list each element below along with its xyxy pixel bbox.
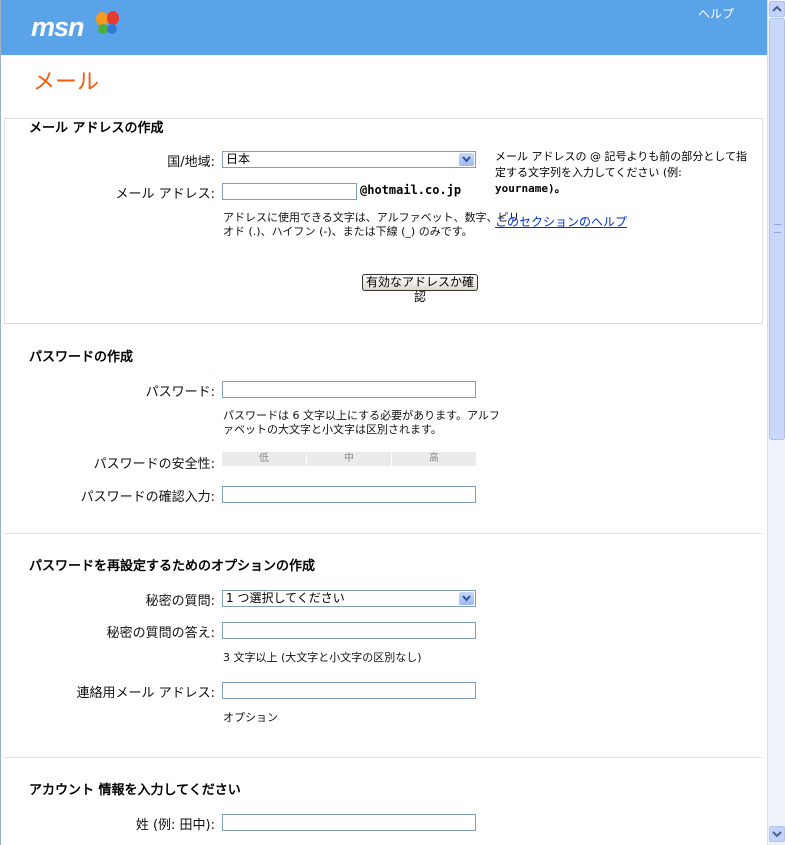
password-strength-meter: 低 中 高 xyxy=(222,452,476,466)
side-help-line1: メール アドレスの @ 記号よりも前の部分として指 xyxy=(495,150,747,163)
country-select-value: 日本 xyxy=(226,152,251,166)
section-divider xyxy=(4,757,763,758)
check-address-button[interactable]: 有効なアドレスか確認 xyxy=(362,274,478,304)
section-help-link[interactable]: このセクションのヘルプ xyxy=(495,213,627,230)
secret-question-select[interactable]: 1 つ選択してください xyxy=(222,590,476,607)
email-side-help: メール アドレスの @ 記号よりも前の部分として指 定する文字列を入力してくださ… xyxy=(495,149,750,197)
email-domain: @hotmail.co.jp xyxy=(360,183,462,197)
password-hint-line2: ァベットの大文字と小文字は区別されます。 xyxy=(223,423,442,436)
secret-question-value: 1 つ選択してください xyxy=(226,591,345,605)
password-section-title: パスワードの作成 xyxy=(29,350,134,365)
lastname-label: 姓 (例: 田中): xyxy=(135,818,215,833)
email-hint-line2: オド (.)、ハイフン (-)、または下線 (_) のみです。 xyxy=(223,225,473,238)
side-help-line3: yourname)。 xyxy=(495,182,566,195)
msn-butterfly-icon xyxy=(96,11,119,34)
scroll-up-button[interactable] xyxy=(769,1,785,17)
password-hint: パスワードは 6 文字以上にする必要があります。アルフ ァベットの大文字と小文字… xyxy=(223,409,500,437)
msn-logo-text: msn xyxy=(31,12,85,42)
strength-low: 低 xyxy=(222,452,307,466)
email-hint: アドレスに使用できる文字は、アルファベット、数字、ピリ オド (.)、ハイフン … xyxy=(223,211,519,239)
reset-section-title: パスワードを再設定するためのオプションの作成 xyxy=(29,559,316,574)
strength-high: 高 xyxy=(429,453,439,464)
browser-page: msn ヘルプ メール メール アドレスの作成 国/地域: 日本 メール アドレ… xyxy=(0,0,767,845)
email-hint-line1: アドレスに使用できる文字は、アルファベット、数字、ピリ xyxy=(223,211,520,224)
password-confirm-label: パスワードの確認入力: xyxy=(80,490,215,505)
email-label: メール アドレス: xyxy=(115,187,215,202)
password-strength-label: パスワードの安全性: xyxy=(93,457,215,472)
password-input[interactable] xyxy=(222,381,476,398)
secret-answer-hint: 3 文字以上 (大文字と小文字の区別なし) xyxy=(223,651,422,664)
scroll-grip-icon xyxy=(774,224,781,233)
chevron-down-icon xyxy=(772,831,782,838)
msn-logo[interactable]: msn xyxy=(31,10,121,46)
password-label: パスワード: xyxy=(145,385,215,400)
secret-question-label: 秘密の質問: xyxy=(145,594,215,609)
secret-answer-input[interactable] xyxy=(222,622,476,639)
vertical-scrollbar[interactable] xyxy=(767,0,785,845)
chevron-up-icon xyxy=(772,5,782,12)
password-confirm-input[interactable] xyxy=(222,486,476,503)
section-divider xyxy=(4,533,763,534)
chevron-down-icon[interactable] xyxy=(459,592,474,605)
secret-answer-label: 秘密の質問の答え: xyxy=(106,626,215,641)
account-section-title: アカウント 情報を入力してください xyxy=(29,783,241,798)
scroll-down-button[interactable] xyxy=(769,826,785,842)
email-input[interactable] xyxy=(222,183,357,200)
country-label: 国/地域: xyxy=(167,155,215,170)
page-title: メール xyxy=(33,69,100,94)
scroll-thumb[interactable] xyxy=(769,18,785,440)
chevron-down-icon[interactable] xyxy=(459,153,474,166)
msn-header: msn ヘルプ xyxy=(1,0,767,55)
alt-email-hint: オプション xyxy=(223,711,278,724)
help-link[interactable]: ヘルプ xyxy=(698,5,734,22)
side-help-line2: 定する文字列を入力してください (例: xyxy=(495,166,682,179)
alt-email-label: 連絡用メール アドレス: xyxy=(76,686,215,701)
password-hint-line1: パスワードは 6 文字以上にする必要があります。アルフ xyxy=(223,409,500,422)
email-section-title: メール アドレスの作成 xyxy=(29,121,164,136)
country-select[interactable]: 日本 xyxy=(222,151,476,168)
alt-email-input[interactable] xyxy=(222,682,476,699)
strength-medium: 中 xyxy=(307,452,392,466)
lastname-input[interactable] xyxy=(222,814,476,831)
